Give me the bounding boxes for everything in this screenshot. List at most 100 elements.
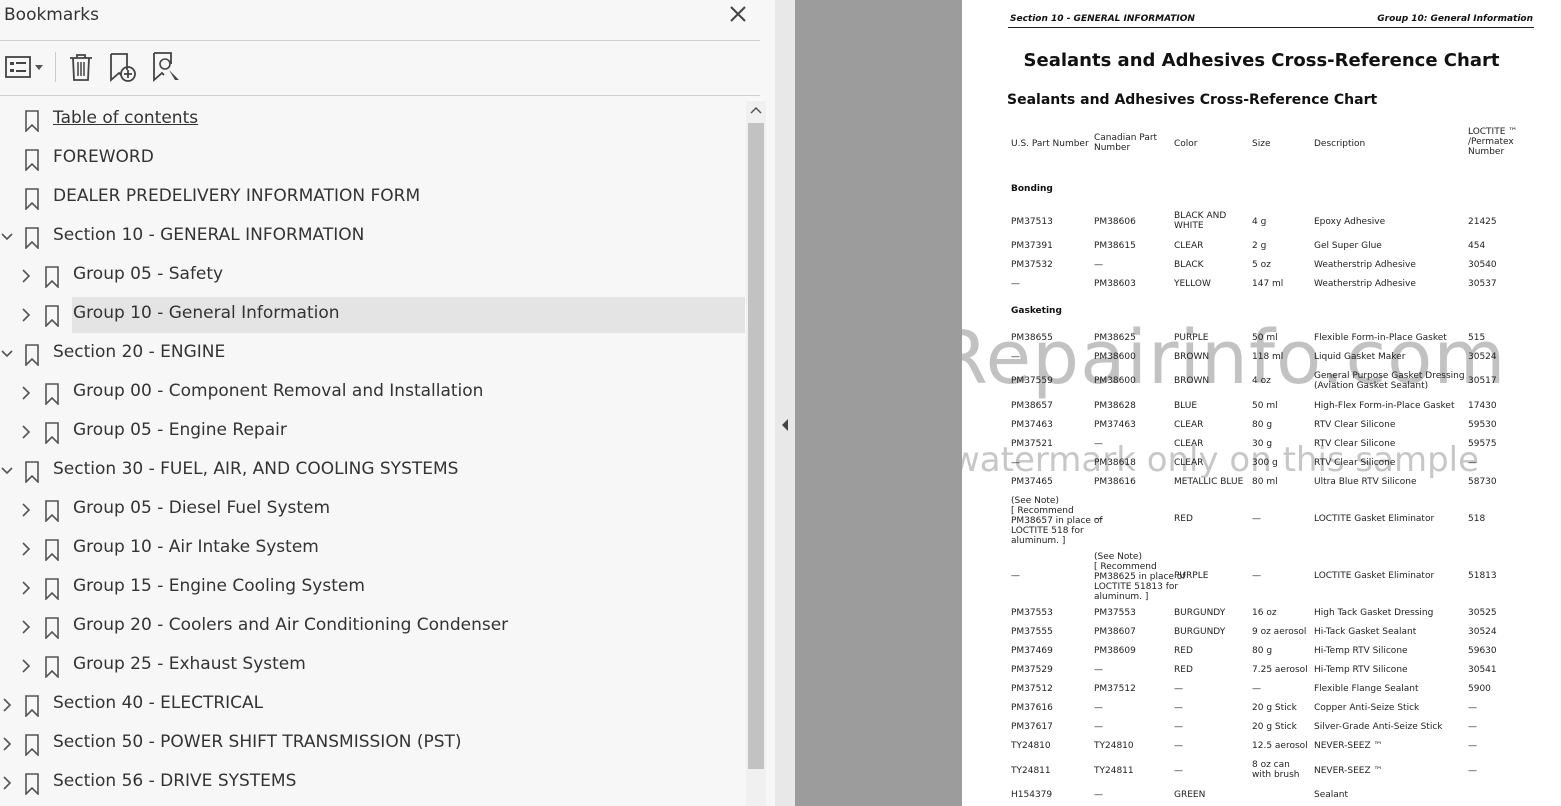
table-cell: —	[1011, 352, 1020, 362]
chevron-right-icon[interactable]	[19, 384, 33, 402]
chevron-down-icon[interactable]	[0, 462, 14, 480]
table-cell: 30541	[1468, 665, 1497, 675]
table-cell: Silver-Grade Anti-Seize Stick	[1314, 722, 1443, 732]
table-cell: PM38616	[1094, 477, 1136, 487]
bookmark-item[interactable]: Section 30 - FUEL, AIR, AND COOLING SYST…	[0, 453, 745, 489]
table-cell: 300 g	[1252, 458, 1278, 468]
chevron-right-icon[interactable]	[0, 774, 14, 792]
table-cell: Liquid Gasket Maker	[1314, 352, 1406, 362]
bookmark-item[interactable]: Section 40 - ELECTRICAL	[0, 687, 745, 723]
table-cell: PM37513	[1011, 217, 1053, 227]
bookmark-label: Group 20 - Coolers and Air Conditioning …	[73, 615, 509, 635]
bookmark-item[interactable]: Table of contents	[0, 102, 745, 138]
bookmark-item[interactable]: Section 50 - POWER SHIFT TRANSMISSION (P…	[0, 726, 745, 762]
bookmark-label: Group 10 - Air Intake System	[73, 537, 319, 557]
chevron-right-icon[interactable]	[19, 267, 33, 285]
table-cell: Ultra Blue RTV Silicone	[1314, 477, 1417, 487]
table-cell: 5900	[1468, 684, 1491, 694]
table-cell: PURPLE	[1174, 333, 1209, 343]
table-cell: PM37465	[1011, 477, 1053, 487]
chevron-right-icon[interactable]	[19, 579, 33, 597]
table-cell: RTV Clear Silicone	[1314, 420, 1396, 430]
bookmark-icon	[43, 539, 61, 562]
column-header: Canadian Part Number	[1094, 133, 1158, 153]
bookmark-item[interactable]: Group 25 - Exhaust System	[0, 648, 745, 684]
delete-bookmark-button[interactable]	[66, 50, 96, 84]
scrollbar[interactable]	[746, 101, 766, 806]
table-cell: —	[1094, 260, 1103, 270]
bookmark-item[interactable]: Section 20 - ENGINE	[0, 336, 745, 372]
chevron-right-icon[interactable]	[19, 618, 33, 636]
table-cell: —	[1252, 571, 1261, 581]
table-cell: PM37463	[1094, 420, 1136, 430]
bookmark-icon	[23, 734, 41, 757]
bookmark-item[interactable]: DEALER PREDELIVERY INFORMATION FORM	[0, 180, 745, 216]
document-page[interactable]: Section 10 - GENERAL INFORMATION Group 1…	[962, 0, 1561, 806]
table-cell: LOCTITE Gasket Eliminator	[1314, 571, 1435, 581]
bookmark-item[interactable]: Group 05 - Diesel Fuel System	[0, 492, 745, 528]
bookmark-icon	[23, 110, 41, 133]
table-cell: —	[1011, 458, 1020, 468]
table-cell: PM37553	[1011, 608, 1053, 618]
table-cell: (See Note) [ Recommend PM38657 in place …	[1011, 496, 1103, 546]
chevron-down-icon[interactable]	[0, 228, 14, 246]
bookmark-item[interactable]: Group 20 - Coolers and Air Conditioning …	[0, 609, 745, 645]
bookmark-item[interactable]: FOREWORD	[0, 141, 745, 177]
bookmark-icon	[23, 227, 41, 250]
table-cell: PM38625	[1094, 333, 1136, 343]
table-cell: —	[1252, 684, 1261, 694]
bookmark-label: DEALER PREDELIVERY INFORMATION FORM	[53, 186, 421, 206]
bookmark-item[interactable]: Group 00 - Component Removal and Install…	[0, 375, 745, 411]
table-cell: RED	[1174, 646, 1193, 656]
close-icon[interactable]	[726, 2, 750, 26]
bookmark-item[interactable]: Group 05 - Safety	[0, 258, 745, 294]
bookmark-item[interactable]: Section 10 - GENERAL INFORMATION	[0, 219, 745, 255]
table-cell: LOCTITE Gasket Eliminator	[1314, 514, 1435, 524]
panel-splitter[interactable]	[775, 0, 795, 806]
bookmark-item[interactable]: Group 10 - General Information	[22, 297, 745, 333]
scroll-up-icon[interactable]	[750, 105, 762, 115]
table-cell: Weatherstrip Adhesive	[1314, 260, 1416, 270]
chevron-right-icon[interactable]	[0, 696, 14, 714]
table-cell: Gel Super Glue	[1314, 241, 1382, 251]
chevron-right-icon[interactable]	[19, 657, 33, 675]
bookmark-item[interactable]: Group 15 - Engine Cooling System	[0, 570, 745, 606]
document-background	[795, 0, 962, 806]
options-menu-button[interactable]	[4, 50, 46, 84]
table-cell: 12.5 aerosol	[1252, 741, 1308, 751]
table-cell: NEVER-SEEZ ™	[1314, 741, 1383, 751]
table-cell: BLUE	[1174, 401, 1198, 411]
table-cell: BLACK	[1174, 260, 1204, 270]
page-header-left: Section 10 - GENERAL INFORMATION	[1010, 14, 1195, 24]
bookmark-item[interactable]: Group 10 - Air Intake System	[0, 531, 745, 567]
bookmark-label: Section 20 - ENGINE	[53, 342, 226, 362]
table-cell: 454	[1468, 241, 1486, 251]
table-cell: (See Note) [ Recommend PM38625 in place …	[1094, 552, 1186, 602]
table-cell: 4 oz	[1252, 376, 1271, 386]
table-cell: PM37532	[1011, 260, 1053, 270]
bookmark-label: Group 10 - General Information	[73, 303, 340, 323]
bookmark-item[interactable]: Section 56 - DRIVE SYSTEMS	[0, 765, 745, 801]
chevron-right-icon[interactable]	[19, 423, 33, 441]
chevron-right-icon[interactable]	[19, 501, 33, 519]
bookmark-icon	[23, 695, 41, 718]
table-cell: PM38607	[1094, 627, 1136, 637]
table-cell: PM38628	[1094, 401, 1136, 411]
table-cell: 30 g	[1252, 439, 1273, 449]
find-bookmark-button[interactable]	[151, 50, 183, 84]
add-bookmark-button[interactable]	[107, 50, 139, 84]
collapse-panel-icon[interactable]	[780, 418, 790, 432]
table-cell: BROWN	[1174, 376, 1210, 386]
table-cell: Weatherstrip Adhesive	[1314, 279, 1416, 289]
table-cell: Sealant	[1314, 790, 1349, 800]
bookmark-item[interactable]: Group 05 - Engine Repair	[0, 414, 745, 450]
table-cell: —	[1468, 458, 1477, 468]
chevron-right-icon[interactable]	[19, 306, 33, 324]
category-heading: Bonding	[1011, 184, 1053, 194]
chevron-right-icon[interactable]	[19, 540, 33, 558]
chevron-right-icon[interactable]	[0, 735, 14, 753]
scrollbar-thumb[interactable]	[748, 123, 764, 769]
chevron-down-icon[interactable]	[0, 345, 14, 363]
table-cell: PM37553	[1094, 608, 1136, 618]
table-cell: —	[1174, 766, 1183, 776]
